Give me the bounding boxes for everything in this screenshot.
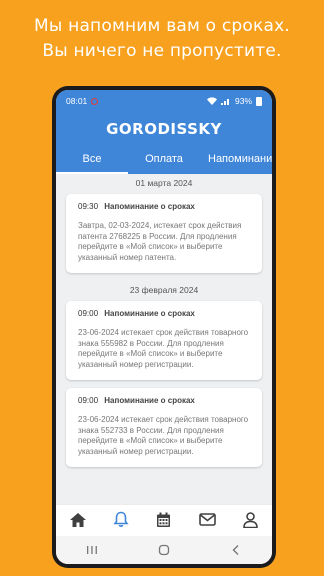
back-button[interactable]: [224, 540, 248, 560]
date-header: 01 марта 2024: [135, 178, 193, 188]
notification-body: Завтра, 02-03-2024, истекает срок действ…: [78, 221, 242, 262]
notification-list[interactable]: 01 марта 2024 09:30 Напоминание о сроках…: [56, 174, 272, 524]
user-icon: [243, 511, 258, 528]
home-circle-icon: [158, 544, 170, 556]
bell-icon: [113, 511, 129, 527]
date-header: 23 февраля 2024: [129, 285, 199, 295]
promo-line-1: Мы напомним вам о сроках.: [34, 16, 290, 36]
signal-icon: [220, 99, 229, 105]
nav-notifications[interactable]: [109, 508, 133, 532]
notification-card[interactable]: 09:00 Напоминание о сроках 23-06-2024 ис…: [66, 301, 262, 380]
nav-messages[interactable]: [195, 508, 219, 532]
tab-reminders[interactable]: Напоминания: [200, 146, 272, 174]
app-header: GORODISSKY: [56, 112, 272, 146]
envelope-icon: [198, 513, 216, 526]
bottom-navigation: [56, 504, 272, 534]
recent-apps-button[interactable]: [80, 540, 104, 560]
nav-profile[interactable]: [238, 508, 262, 532]
notification-body: 23-06-2024 истекает срок действия товарн…: [78, 415, 249, 456]
notification-body: 23-06-2024 истекает срок действия товарн…: [78, 328, 249, 369]
tab-all[interactable]: Все: [56, 146, 128, 174]
promo-line-2: Вы ничего не пропустите.: [42, 41, 282, 61]
back-chevron-icon: [232, 545, 239, 555]
home-button[interactable]: [152, 540, 176, 560]
battery-percent: 93%: [234, 96, 252, 106]
calendar-icon: [157, 512, 171, 527]
system-navigation-bar: [56, 536, 272, 564]
notification-card[interactable]: 09:30 Напоминание о сроках Завтра, 02-03…: [66, 194, 262, 273]
wifi-icon: [206, 97, 217, 105]
promo-text: Мы напомним вам о сроках. Вы ничего не п…: [0, 14, 324, 64]
notification-title: Напоминание о сроках: [104, 309, 195, 318]
tab-bar: Все Оплата Напоминания: [56, 146, 272, 174]
app-logo: GORODISSKY: [106, 120, 222, 138]
recent-apps-icon: [87, 546, 97, 554]
notification-time: 09:30: [78, 202, 99, 211]
nav-home[interactable]: [66, 508, 90, 532]
notification-time: 09:00: [78, 396, 99, 405]
status-time: 08:01: [66, 96, 88, 106]
recording-indicator-icon: [91, 97, 99, 105]
nav-calendar[interactable]: [152, 508, 176, 532]
status-bar: 08:01 93%: [56, 90, 272, 112]
notification-time: 09:00: [78, 309, 99, 318]
notification-title: Напоминание о сроках: [104, 396, 195, 405]
phone-frame: 08:01 93% GORODISSKY Все Оплата Напомина…: [52, 86, 276, 568]
home-icon: [69, 512, 86, 527]
tab-payment[interactable]: Оплата: [128, 146, 200, 174]
notification-title: Напоминание о сроках: [104, 202, 195, 211]
battery-icon: [256, 96, 262, 106]
notification-card[interactable]: 09:00 Напоминание о сроках 23-06-2024 ис…: [66, 388, 262, 467]
phone-screen: 08:01 93% GORODISSKY Все Оплата Напомина…: [56, 90, 272, 564]
